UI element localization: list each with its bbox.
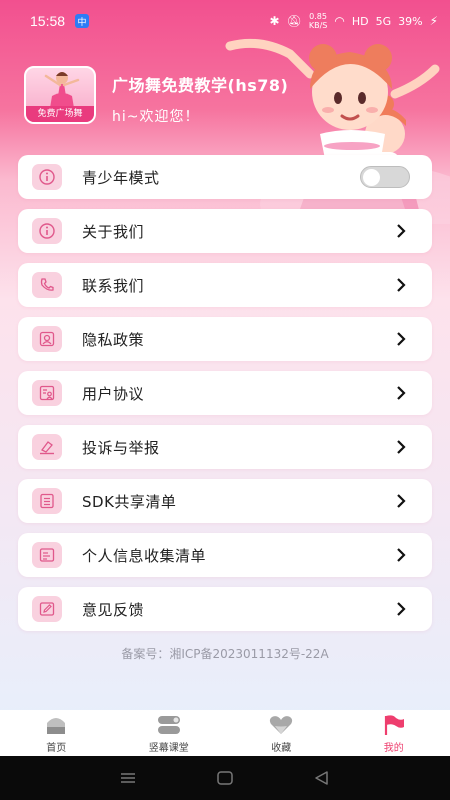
chevron-right-icon bbox=[397, 440, 406, 454]
complaint-icon bbox=[32, 434, 62, 460]
info-icon bbox=[32, 164, 62, 190]
menu-label-feedback: 意见反馈 bbox=[82, 600, 145, 619]
bottom-tab-bar: 首页 竖幕课堂 收藏 我的 bbox=[0, 710, 450, 756]
menu-item-complaint-report[interactable]: 投诉与举报 bbox=[18, 425, 432, 469]
app-title: 广场舞免费教学(hs78) bbox=[112, 76, 289, 95]
back-icon[interactable] bbox=[313, 770, 331, 786]
tab-home[interactable]: 首页 bbox=[0, 710, 113, 756]
menu-label-user-agreement: 用户协议 bbox=[82, 384, 145, 403]
network-speed: 0.85 KB/S bbox=[309, 12, 328, 30]
phone-icon bbox=[32, 272, 62, 298]
settings-menu: 青少年模式 关于我们 联系我们 隐私政策 用户协议 投诉与举报 SDK共享清单 … bbox=[18, 155, 432, 641]
menu-item-teen-mode[interactable]: 青少年模式 bbox=[18, 155, 432, 199]
bluetooth-icon: ✱ bbox=[269, 14, 280, 28]
info-icon bbox=[32, 218, 62, 244]
tab-favorites[interactable]: 收藏 bbox=[225, 710, 338, 756]
mute-icon: 🔕︎ bbox=[286, 14, 302, 28]
signal-indicator: 5G bbox=[375, 14, 392, 28]
greeting-text: hi~欢迎您！ bbox=[112, 109, 200, 125]
document-icon bbox=[32, 542, 62, 568]
menu-label-personal-info-list: 个人信息收集清单 bbox=[82, 546, 207, 565]
status-time: 15:58 bbox=[30, 13, 66, 29]
chevron-right-icon bbox=[397, 494, 406, 508]
tab-label-favorites: 收藏 bbox=[271, 743, 292, 754]
chevron-right-icon bbox=[397, 602, 406, 616]
logo-caption: 免费广场舞 bbox=[26, 106, 94, 122]
tab-label-video-class: 竖幕课堂 bbox=[148, 743, 189, 754]
chevron-right-icon bbox=[397, 278, 406, 292]
profile-header: 免费广场舞 广场舞免费教学(hs78) hi~欢迎您！ bbox=[24, 66, 288, 126]
notification-app-icon: 中 bbox=[75, 14, 90, 28]
app-logo: 免费广场舞 bbox=[24, 66, 96, 124]
menu-label-teen-mode: 青少年模式 bbox=[82, 168, 160, 187]
menu-item-privacy-policy[interactable]: 隐私政策 bbox=[18, 317, 432, 361]
wifi-icon: ◠ bbox=[334, 14, 345, 28]
video-class-icon bbox=[157, 716, 180, 734]
menu-item-user-agreement[interactable]: 用户协议 bbox=[18, 371, 432, 415]
chevron-right-icon bbox=[397, 548, 406, 562]
charging-icon: ⚡︎ bbox=[429, 14, 438, 28]
tab-label-home: 首页 bbox=[46, 743, 67, 754]
tab-label-mine: 我的 bbox=[383, 743, 404, 754]
menu-item-contact-us[interactable]: 联系我们 bbox=[18, 263, 432, 307]
menu-label-about-us: 关于我们 bbox=[82, 222, 145, 241]
flag-icon bbox=[384, 715, 404, 735]
tab-video-class[interactable]: 竖幕课堂 bbox=[113, 710, 226, 756]
menu-label-sdk-list: SDK共享清单 bbox=[82, 492, 177, 511]
menu-label-privacy-policy: 隐私政策 bbox=[82, 330, 145, 349]
home-icon bbox=[47, 718, 66, 734]
hd-indicator: HD bbox=[351, 14, 369, 28]
toggle-knob bbox=[363, 168, 380, 186]
menu-item-personal-info-list[interactable]: 个人信息收集清单 bbox=[18, 533, 432, 577]
dancer-logo-icon bbox=[44, 72, 80, 108]
icp-record-text: 备案号：湘ICP备2023011132号-22A bbox=[121, 647, 329, 661]
speed-value: 0.85 bbox=[309, 12, 327, 21]
chevron-right-icon bbox=[397, 332, 406, 346]
home-nav-icon[interactable] bbox=[216, 770, 234, 786]
privacy-icon bbox=[32, 326, 62, 352]
speed-unit: KB/S bbox=[308, 21, 328, 30]
list-icon bbox=[32, 488, 62, 514]
menu-item-about-us[interactable]: 关于我们 bbox=[18, 209, 432, 253]
menu-label-contact-us: 联系我们 bbox=[82, 276, 145, 295]
battery-level: 39% bbox=[398, 14, 423, 28]
teen-mode-toggle[interactable] bbox=[360, 166, 410, 188]
chevron-right-icon bbox=[397, 386, 406, 400]
heart-icon bbox=[270, 716, 293, 734]
menu-label-complaint-report: 投诉与举报 bbox=[82, 438, 160, 457]
user-agreement-icon bbox=[32, 380, 62, 406]
system-navigation-bar bbox=[0, 756, 450, 800]
chevron-right-icon bbox=[397, 224, 406, 238]
menu-item-sdk-list[interactable]: SDK共享清单 bbox=[18, 479, 432, 523]
edit-icon bbox=[32, 596, 62, 622]
recent-apps-icon[interactable] bbox=[119, 771, 137, 785]
menu-item-feedback[interactable]: 意见反馈 bbox=[18, 587, 432, 631]
tab-mine[interactable]: 我的 bbox=[338, 710, 450, 756]
